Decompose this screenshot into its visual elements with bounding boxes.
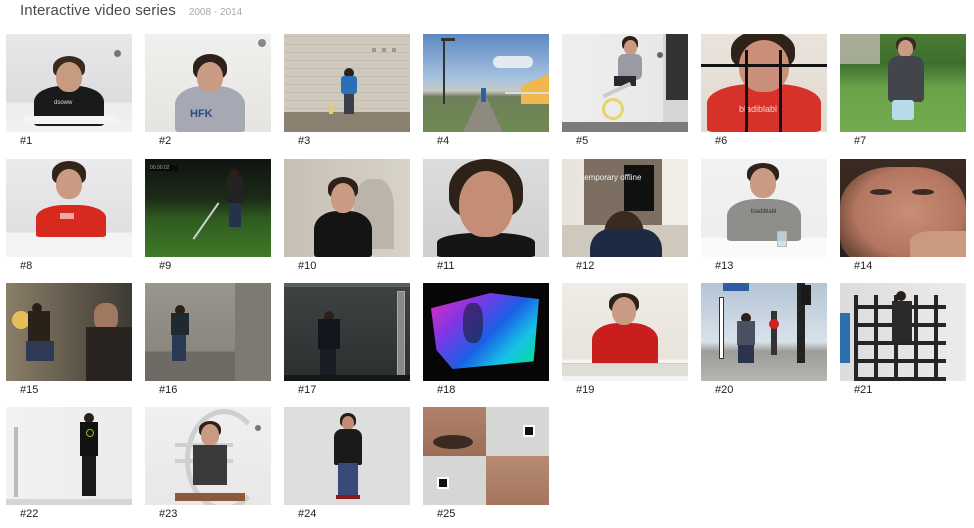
- video-number: #10: [298, 260, 317, 272]
- video-tile[interactable]: #7: [840, 34, 966, 147]
- overlay-text: temporary offline: [582, 173, 642, 182]
- page-title: Interactive video series: [20, 2, 176, 19]
- video-number: #11: [437, 260, 455, 272]
- video-tile[interactable]: #21: [840, 283, 966, 396]
- video-tile[interactable]: #24: [284, 407, 410, 520]
- video-tile[interactable]: #22: [6, 407, 132, 520]
- video-tile[interactable]: #23: [145, 407, 271, 520]
- video-thumbnail[interactable]: [840, 159, 966, 257]
- video-number: #18: [437, 384, 456, 396]
- video-thumbnail[interactable]: [284, 407, 410, 505]
- video-number: #25: [437, 508, 456, 520]
- video-thumbnail[interactable]: HFK: [145, 34, 271, 132]
- video-thumbnail[interactable]: [284, 34, 410, 132]
- video-tile[interactable]: HFK #2: [145, 34, 271, 147]
- video-tile[interactable]: #16: [145, 283, 271, 396]
- shirt-print: bladiblabl: [751, 209, 777, 215]
- video-tile[interactable]: #18: [423, 283, 549, 396]
- video-thumbnail[interactable]: 00:00:02: [145, 159, 271, 257]
- video-number: #12: [576, 260, 595, 272]
- video-thumbnail[interactable]: [423, 283, 549, 381]
- video-thumbnail[interactable]: [423, 159, 549, 257]
- video-number: #4: [437, 135, 450, 147]
- video-thumbnail[interactable]: [6, 283, 132, 381]
- video-tile[interactable]: temporary offline #12: [562, 159, 688, 272]
- video-thumbnail[interactable]: [284, 159, 410, 257]
- video-tile[interactable]: #4: [423, 34, 549, 147]
- video-number: #9: [159, 260, 172, 272]
- video-tile[interactable]: #17: [284, 283, 410, 396]
- video-tile[interactable]: bladiblabl #13: [701, 159, 827, 272]
- video-tile[interactable]: bladiblabl #6: [701, 34, 827, 147]
- video-tile[interactable]: #15: [6, 283, 132, 396]
- video-number: #3: [298, 135, 311, 147]
- video-tile[interactable]: #25: [423, 407, 549, 520]
- video-thumbnail[interactable]: [6, 159, 132, 257]
- video-thumbnail[interactable]: dsoww: [6, 34, 132, 132]
- video-thumbnail[interactable]: [840, 34, 966, 132]
- video-tile[interactable]: #20: [701, 283, 827, 396]
- video-tile[interactable]: #19: [562, 283, 688, 396]
- video-number: #24: [298, 508, 317, 520]
- video-number: #13: [715, 260, 734, 272]
- video-tile[interactable]: #11: [423, 159, 549, 272]
- video-thumbnail[interactable]: bladiblabl: [701, 34, 827, 132]
- video-number: #17: [298, 384, 317, 396]
- video-number: #23: [159, 508, 178, 520]
- video-thumbnail[interactable]: [701, 283, 827, 381]
- video-number: #16: [159, 384, 178, 396]
- video-thumbnail[interactable]: [562, 34, 688, 132]
- video-thumbnail[interactable]: [423, 34, 549, 132]
- page-header: Interactive video series 2008 - 2014: [20, 2, 242, 24]
- video-thumbnail[interactable]: [423, 407, 549, 505]
- video-number: #15: [20, 384, 39, 396]
- video-number: #14: [854, 260, 873, 272]
- video-thumbnail[interactable]: [145, 283, 271, 381]
- video-tile[interactable]: 00:00:02 #9: [145, 159, 271, 272]
- video-number: #7: [854, 135, 867, 147]
- video-tile[interactable]: #10: [284, 159, 410, 272]
- video-number: #20: [715, 384, 734, 396]
- video-tile[interactable]: dsoww #1: [6, 34, 132, 147]
- video-tile[interactable]: #14: [840, 159, 966, 272]
- video-thumbnail[interactable]: [145, 407, 271, 505]
- video-thumbnail[interactable]: temporary offline: [562, 159, 688, 257]
- video-thumbnail[interactable]: bladiblabl: [701, 159, 827, 257]
- video-number: #19: [576, 384, 595, 396]
- video-number: #21: [854, 384, 873, 396]
- video-thumbnail[interactable]: [562, 283, 688, 381]
- video-tile[interactable]: #8: [6, 159, 132, 272]
- video-number: #5: [576, 135, 589, 147]
- video-thumbnail[interactable]: [840, 283, 966, 381]
- video-number: #6: [715, 135, 728, 147]
- video-number: #22: [20, 508, 39, 520]
- video-number: #8: [20, 260, 33, 272]
- video-thumbnail[interactable]: [6, 407, 132, 505]
- video-number: #2: [159, 135, 172, 147]
- video-thumbnail[interactable]: [284, 283, 410, 381]
- video-tile[interactable]: #5: [562, 34, 688, 147]
- year-range: 2008 - 2014: [188, 7, 243, 18]
- video-number: #1: [20, 135, 33, 147]
- video-tile[interactable]: #3: [284, 34, 410, 147]
